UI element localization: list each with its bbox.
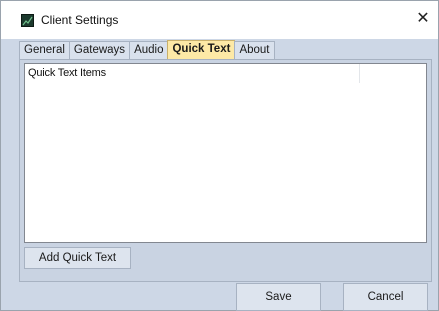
app-icon (21, 14, 34, 27)
column-header-quick-text-items[interactable]: Quick Text Items (28, 67, 106, 79)
list-header: Quick Text Items (25, 64, 426, 83)
quick-text-list[interactable]: Quick Text Items (24, 63, 427, 243)
save-button[interactable]: Save (236, 283, 321, 311)
quick-text-panel: Quick Text Items Add Quick Text (19, 59, 432, 282)
tab-audio[interactable]: Audio (129, 41, 169, 60)
client-settings-window: Client Settings ✕ General Gateways Audio… (0, 0, 439, 311)
window-title: Client Settings (41, 13, 119, 27)
tab-about[interactable]: About (234, 41, 275, 60)
column-divider[interactable] (359, 64, 360, 83)
tab-quick-text[interactable]: Quick Text (167, 40, 236, 60)
cancel-button[interactable]: Cancel (343, 283, 428, 311)
add-quick-text-button[interactable]: Add Quick Text (24, 247, 131, 269)
title-bar: Client Settings ✕ (1, 1, 438, 39)
settings-tabs: General Gateways Audio Quick Text About (19, 40, 275, 60)
tab-gateways[interactable]: Gateways (68, 41, 131, 60)
close-icon[interactable]: ✕ (415, 11, 431, 27)
tab-general[interactable]: General (19, 41, 70, 60)
